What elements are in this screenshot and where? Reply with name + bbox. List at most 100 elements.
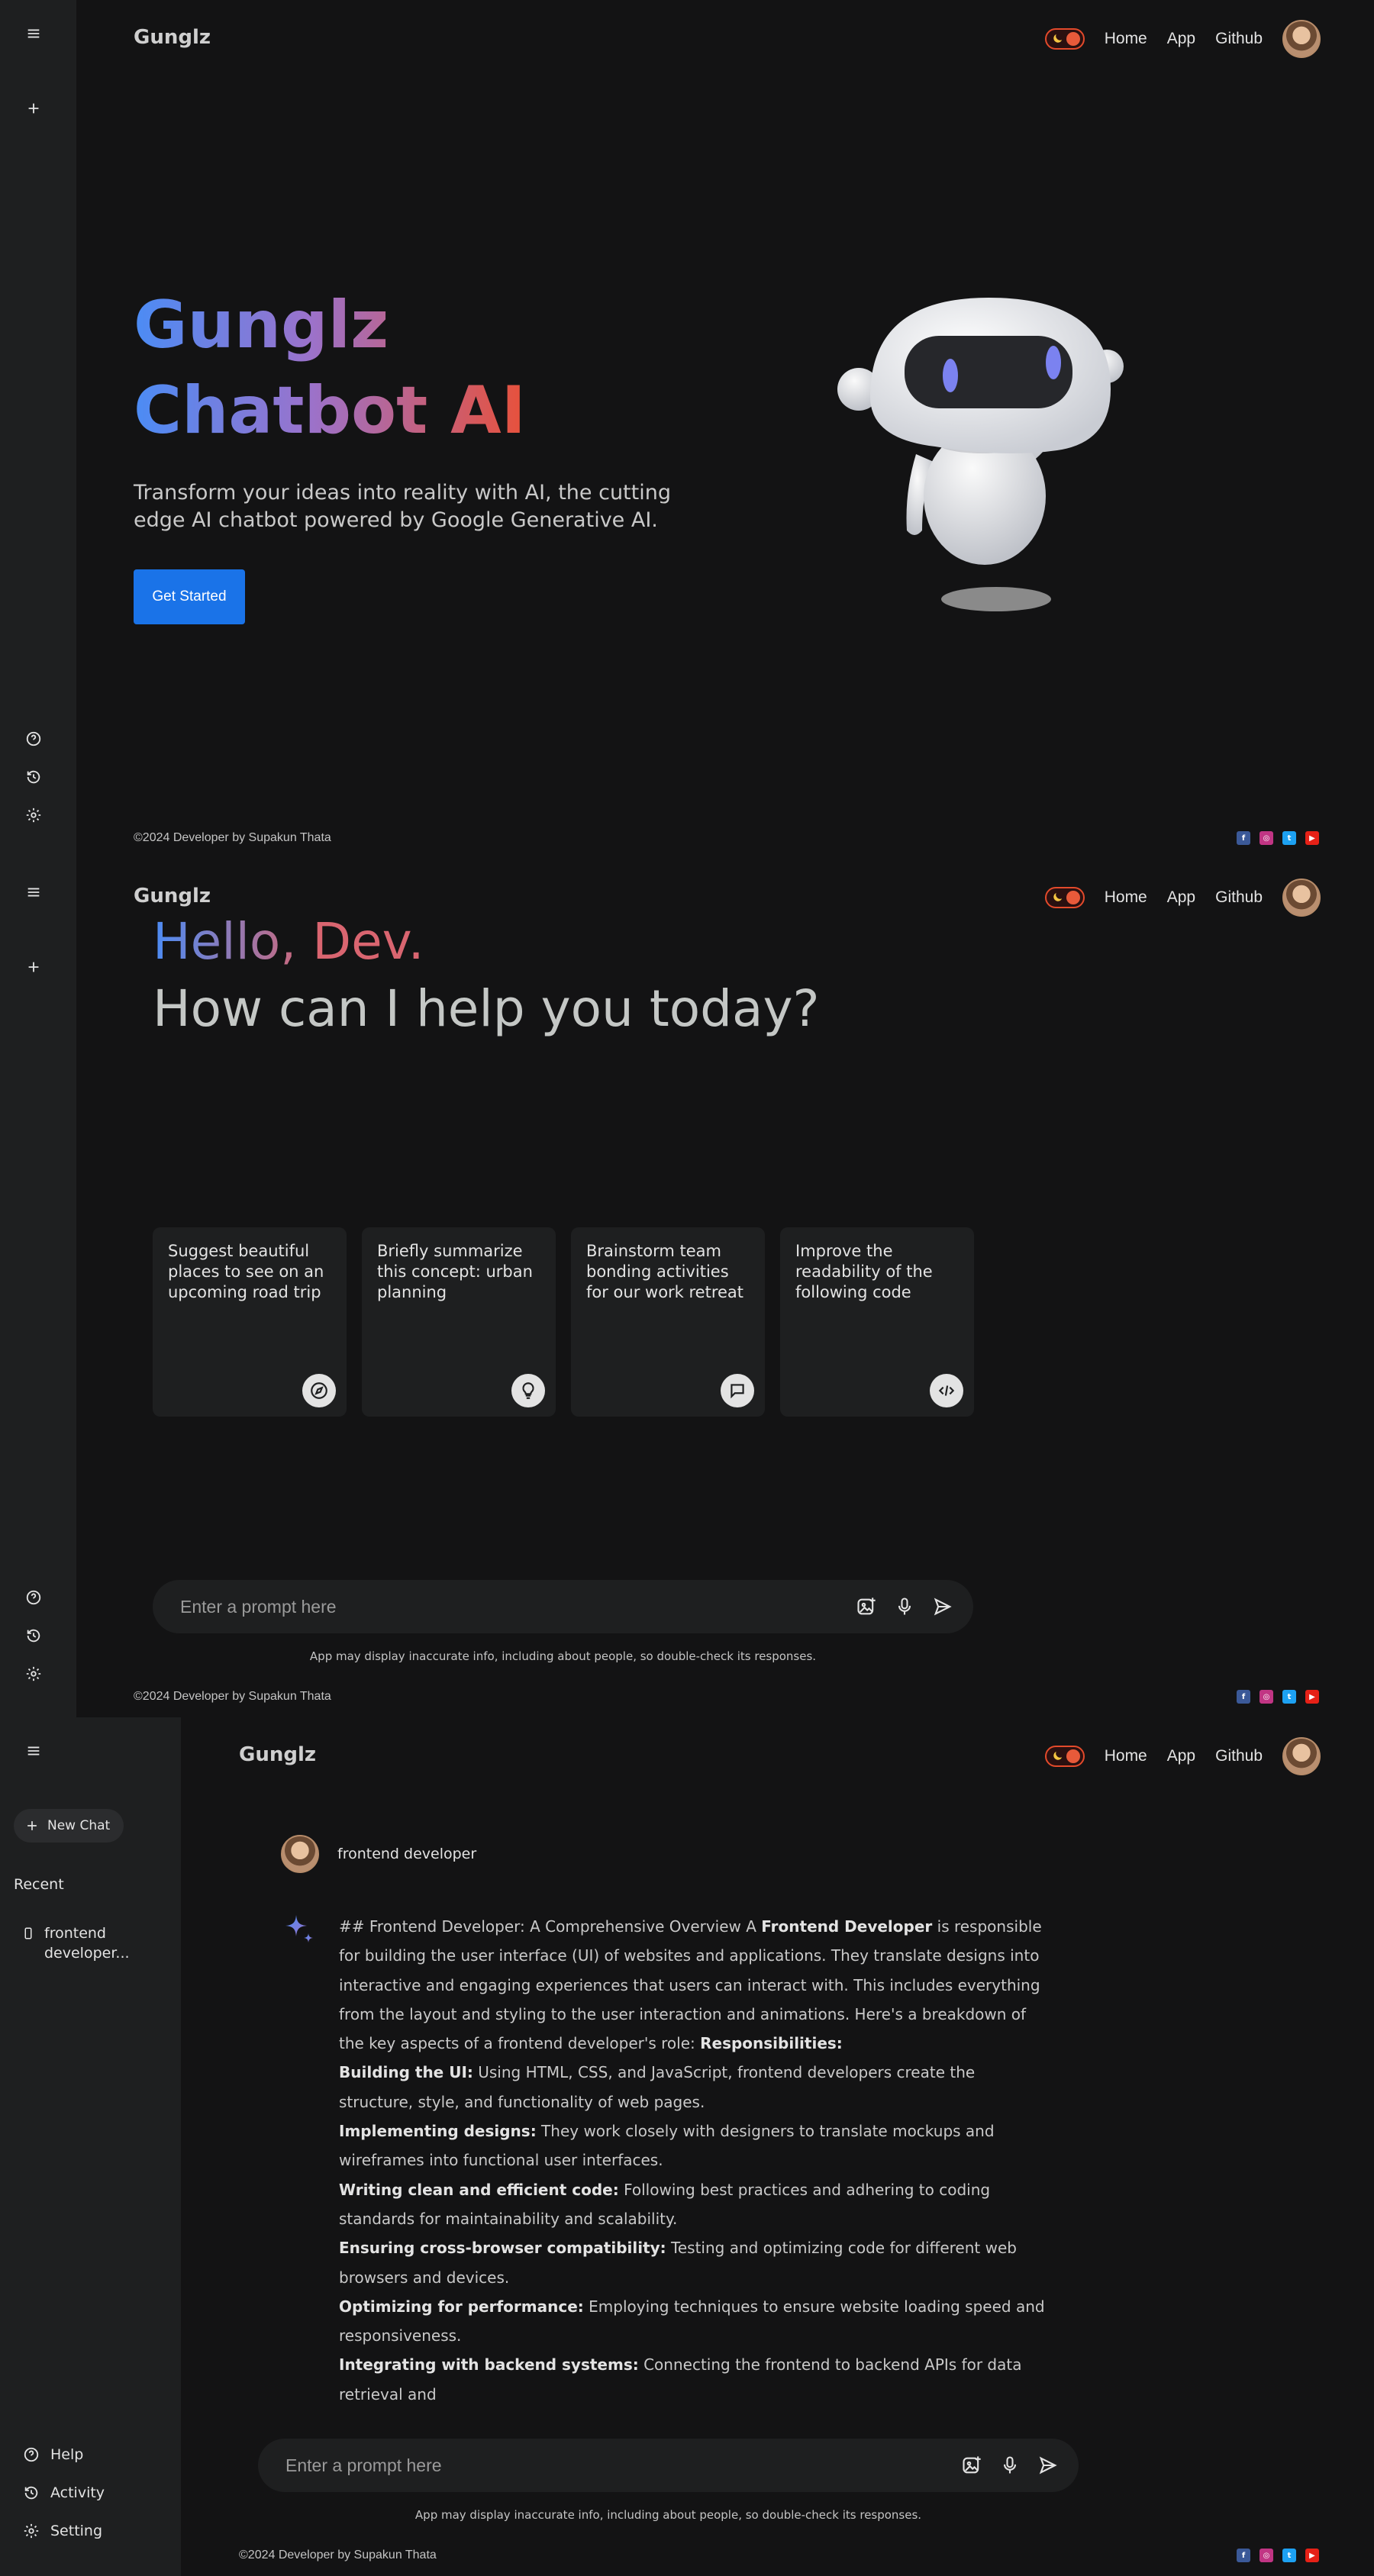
brand-logo[interactable]: Gunglz	[239, 1743, 316, 1766]
help-icon[interactable]	[20, 1584, 47, 1611]
nav-github[interactable]: Github	[1215, 1747, 1263, 1765]
settings-icon	[24, 2523, 39, 2539]
answer-item: Ensuring cross-browser compatibility: Te…	[339, 2233, 1053, 2292]
new-chat-label: New Chat	[47, 1818, 111, 1833]
menu-activity[interactable]: Activity	[23, 2484, 105, 2501]
answer-intro-bold: Frontend Developer	[761, 1917, 933, 1936]
nav-app[interactable]: App	[1167, 1747, 1195, 1765]
suggestion-card[interactable]: Brainstorm team bonding activities for o…	[571, 1227, 765, 1417]
image-upload-icon[interactable]	[854, 1594, 879, 1619]
microphone-icon[interactable]	[892, 1594, 917, 1619]
brand-logo[interactable]: Gunglz	[134, 26, 211, 49]
brand-logo[interactable]: Gunglz	[134, 885, 211, 908]
recent-chat-label: frontend developer...	[44, 1925, 130, 1962]
answer-item-title: Ensuring cross-browser compatibility:	[339, 2239, 666, 2258]
avatar[interactable]	[1282, 20, 1321, 58]
answer-item-title: Optimizing for performance:	[339, 2297, 584, 2316]
answer-item: Writing clean and efficient code: Follow…	[339, 2175, 1053, 2234]
twitter-icon[interactable]: t	[1282, 831, 1296, 845]
nav-home[interactable]: Home	[1105, 30, 1147, 48]
avatar[interactable]	[1282, 1737, 1321, 1775]
send-icon[interactable]	[931, 1594, 955, 1619]
instagram-icon[interactable]: ◎	[1260, 2549, 1273, 2562]
menu-icon[interactable]	[20, 1737, 47, 1765]
youtube-icon[interactable]: ▶	[1305, 1690, 1319, 1704]
nav-home[interactable]: Home	[1105, 1747, 1147, 1765]
recent-title: Recent	[14, 1876, 64, 1893]
settings-icon[interactable]	[20, 801, 47, 829]
menu-help-label: Help	[50, 2446, 84, 2463]
greeting-question: How can I help you today?	[153, 979, 820, 1038]
send-icon[interactable]	[1036, 2453, 1060, 2478]
user-avatar	[281, 1835, 319, 1873]
answer-item: Implementing designs: They work closely …	[339, 2117, 1053, 2175]
nav-github[interactable]: Github	[1215, 30, 1263, 48]
menu-icon[interactable]	[20, 879, 47, 906]
hero-title: Gunglz Chatbot AI	[134, 282, 526, 453]
chat-screen: New Chat Recent frontend developer... He…	[0, 1717, 1374, 2576]
new-chat-button[interactable]: New Chat	[14, 1809, 124, 1843]
new-chat-icon[interactable]	[20, 95, 47, 122]
nav-github[interactable]: Github	[1215, 888, 1263, 907]
nav-app[interactable]: App	[1167, 888, 1195, 907]
prompt-actions	[960, 2453, 1060, 2478]
recent-chat-item[interactable]: frontend developer...	[21, 1923, 166, 1963]
instagram-icon[interactable]: ◎	[1260, 831, 1273, 845]
user-message: frontend developer	[281, 1835, 476, 1873]
theme-toggle[interactable]	[1044, 887, 1085, 908]
youtube-icon[interactable]: ▶	[1305, 831, 1319, 845]
answer-item: Integrating with backend systems: Connec…	[339, 2350, 1053, 2409]
facebook-icon[interactable]: f	[1237, 831, 1250, 845]
new-chat-icon[interactable]	[20, 953, 47, 981]
history-icon[interactable]	[20, 763, 47, 791]
image-upload-icon[interactable]	[960, 2453, 984, 2478]
facebook-icon[interactable]: f	[1237, 1690, 1250, 1704]
nav-home[interactable]: Home	[1105, 888, 1147, 907]
menu-setting[interactable]: Setting	[23, 2523, 102, 2539]
robot-illustration	[837, 298, 1124, 611]
answer-item-title: Implementing designs:	[339, 2122, 537, 2141]
moon-icon	[1053, 892, 1062, 901]
help-icon[interactable]	[20, 725, 47, 753]
answer-item: Building the UI: Using HTML, CSS, and Ja…	[339, 2058, 1053, 2117]
avatar[interactable]	[1282, 879, 1321, 917]
menu-activity-label: Activity	[50, 2484, 105, 2501]
facebook-icon[interactable]: f	[1237, 2549, 1250, 2562]
prompt-input[interactable]	[285, 2455, 960, 2476]
moon-icon	[1053, 34, 1062, 43]
card-text: Brainstorm team bonding activities for o…	[586, 1242, 744, 1301]
get-started-button[interactable]: Get Started	[134, 569, 245, 624]
hero-title-line1: Gunglz	[134, 287, 389, 363]
message-icon	[721, 1374, 754, 1407]
history-icon[interactable]	[20, 1622, 47, 1649]
compass-icon	[302, 1374, 336, 1407]
menu-icon[interactable]	[20, 20, 47, 47]
footer-copyright: ©2024 Developer by Supakun Thata	[239, 2549, 437, 2561]
sidebar-expanded: New Chat Recent frontend developer... He…	[0, 1717, 181, 2576]
header-nav: Home App Github	[1044, 879, 1321, 917]
suggestion-card[interactable]: Suggest beautiful places to see on an up…	[153, 1227, 347, 1417]
youtube-icon[interactable]: ▶	[1305, 2549, 1319, 2562]
prompt-input[interactable]	[180, 1596, 854, 1617]
theme-toggle[interactable]	[1044, 28, 1085, 50]
toggle-knob	[1066, 32, 1080, 46]
twitter-icon[interactable]: t	[1282, 1690, 1296, 1704]
prompt-actions	[854, 1594, 955, 1619]
suggestion-card[interactable]: Briefly summarize this concept: urban pl…	[362, 1227, 556, 1417]
menu-help[interactable]: Help	[23, 2446, 83, 2463]
instagram-icon[interactable]: ◎	[1260, 1690, 1273, 1704]
greeting-hello: Hello, Dev.	[153, 912, 424, 971]
twitter-icon[interactable]: t	[1282, 2549, 1296, 2562]
moon-icon	[1053, 1751, 1062, 1760]
suggestion-card[interactable]: Improve the readability of the following…	[780, 1227, 974, 1417]
social-links: f ◎ t ▶	[1237, 831, 1319, 845]
social-links: f ◎ t ▶	[1237, 2549, 1319, 2562]
message-icon	[24, 1927, 32, 1939]
card-text: Suggest beautiful places to see on an up…	[168, 1242, 324, 1301]
nav-app[interactable]: App	[1167, 30, 1195, 48]
sidebar-collapsed	[0, 859, 76, 1717]
microphone-icon[interactable]	[998, 2453, 1022, 2478]
theme-toggle[interactable]	[1044, 1746, 1085, 1767]
settings-icon[interactable]	[20, 1660, 47, 1688]
ai-answer: ## Frontend Developer: A Comprehensive O…	[339, 1912, 1053, 2409]
